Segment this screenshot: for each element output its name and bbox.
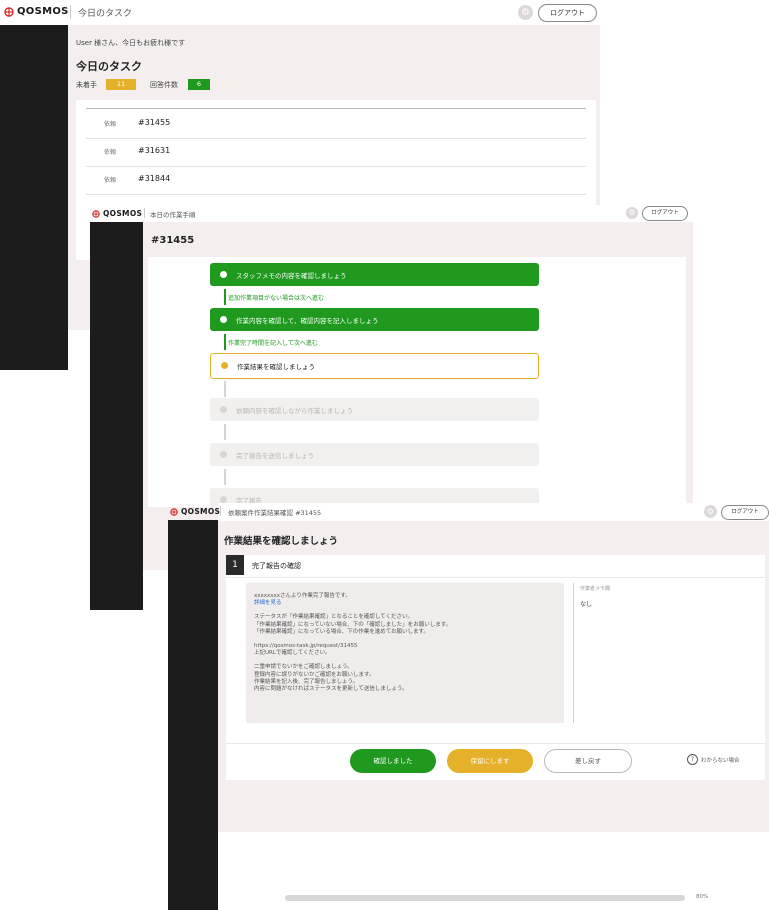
help-link[interactable]: ? わからない場合 bbox=[687, 754, 740, 765]
logo-mark-icon bbox=[92, 209, 100, 218]
step-status-icon bbox=[220, 406, 227, 413]
gear-icon[interactable]: ⚙ bbox=[626, 207, 638, 219]
request-id-title: #31455 bbox=[151, 235, 195, 246]
message-line: 作業結果を記入後、完了報告しましょう。 bbox=[254, 678, 359, 685]
memo-value: なし bbox=[580, 601, 593, 608]
task-row-id[interactable]: #31455 bbox=[138, 118, 170, 127]
step-status-icon bbox=[220, 496, 227, 503]
step-label: 依頼内容を確認しながら作業しましょう bbox=[236, 407, 353, 415]
task-row[interactable]: 依頼 #31455 bbox=[86, 110, 586, 139]
logout-button[interactable]: ログアウト bbox=[721, 505, 769, 520]
logo-mark-icon bbox=[170, 507, 178, 516]
answered-count-badge: 6 bbox=[188, 79, 210, 90]
step-connector bbox=[224, 469, 226, 485]
message-line: 「作業結果確認」になっていない場合、下の「確認しました」をお願いします。 bbox=[254, 621, 452, 628]
help-label: わからない場合 bbox=[701, 757, 740, 764]
step-connector bbox=[224, 424, 226, 440]
message-line: 内容に問題がなければステータスを更新して送信しましょう。 bbox=[254, 686, 408, 693]
help-icon: ? bbox=[687, 754, 698, 765]
message-line: 二重申請でないかをご確認しましょう。 bbox=[254, 664, 353, 671]
message-line: ステータスが「作業結果確認」となることを確認してください。 bbox=[254, 614, 414, 621]
workflow-step-done[interactable]: 作業内容を確認して、確認内容を記入しましょう bbox=[210, 308, 539, 331]
message-line: xxxxxxxxさんより作業完了報告です。 bbox=[254, 593, 351, 599]
workflow-step-todo[interactable]: 依頼内容を確認しながら作業しましょう bbox=[210, 398, 539, 421]
message-line: 「作業結果確認」になっている場合、下の作業を進めてお願いします。 bbox=[254, 628, 430, 635]
step-connector bbox=[224, 334, 226, 350]
message-line: 上記URLで確認してください。 bbox=[254, 650, 331, 657]
horizontal-scrollbar[interactable] bbox=[285, 895, 685, 901]
step-note: 作業完了時間を記入して次へ進む bbox=[228, 340, 318, 347]
step-connector bbox=[224, 289, 226, 305]
app-header bbox=[143, 205, 693, 222]
page-title: 今日のタスク bbox=[76, 60, 142, 73]
task-row[interactable]: 依頼 #31844 bbox=[86, 166, 586, 195]
task-row[interactable]: 依頼 #31631 bbox=[86, 138, 586, 167]
step-label: 完了報告を送信しましょう bbox=[236, 452, 314, 460]
send-back-button[interactable]: 差し戻す bbox=[544, 749, 632, 773]
logo-mark-icon bbox=[4, 6, 14, 17]
message-line bbox=[254, 636, 451, 643]
gear-icon[interactable]: ⚙ bbox=[518, 5, 533, 20]
header-title: 本日の作業手順 bbox=[150, 211, 196, 219]
logo-text: QOSMOS bbox=[17, 6, 69, 17]
step-status-icon bbox=[220, 451, 227, 458]
dark-side-bar-1 bbox=[0, 25, 68, 370]
header-divider bbox=[70, 5, 71, 19]
greeting-text: User 様さん、今日もお疲れ様です bbox=[76, 39, 186, 47]
gear-icon[interactable]: ⚙ bbox=[704, 505, 717, 518]
task-row-label: 依頼 bbox=[104, 121, 117, 128]
step-label: 作業結果を確認しましょう bbox=[237, 363, 315, 371]
detail-link[interactable]: 詳細を見る bbox=[254, 600, 451, 607]
logout-button[interactable]: ログアウト bbox=[642, 206, 688, 221]
dark-side-bar-3 bbox=[168, 520, 218, 910]
header-divider bbox=[144, 208, 145, 218]
confirm-card: 1 完了報告の確認 xxxxxxxxさんより作業完了報告です。 詳細を見るステータ… bbox=[226, 555, 765, 780]
hold-button[interactable]: 保留にします bbox=[447, 749, 533, 773]
pending-count-badge: 11 bbox=[106, 79, 136, 90]
step-label: スタッフメモの内容を確認しましょう bbox=[236, 272, 347, 280]
workflow-step-done[interactable]: スタッフメモの内容を確認しましょう bbox=[210, 263, 539, 286]
step-label: 作業内容を確認して、確認内容を記入しましょう bbox=[236, 317, 379, 325]
section-title: 完了報告の確認 bbox=[252, 562, 301, 570]
stat-label-pending: 未着手 bbox=[76, 81, 97, 89]
header-title: 今日のタスク bbox=[78, 9, 133, 19]
step-status-icon bbox=[220, 271, 227, 278]
workflow-step-current[interactable]: 作業結果を確認しましょう bbox=[210, 353, 539, 379]
zoom-level: 80% bbox=[696, 894, 709, 900]
stat-label-answered: 回答件数 bbox=[150, 81, 178, 89]
header-divider bbox=[220, 506, 221, 516]
task-row-label: 依頼 bbox=[104, 149, 117, 156]
logo-text: QOSMOS bbox=[103, 209, 143, 218]
step-note: 追加作業項目がない場合は次へ進む bbox=[228, 295, 325, 302]
qosmos-logo[interactable]: QOSMOS bbox=[170, 507, 220, 516]
task-row-label: 依頼 bbox=[104, 177, 117, 184]
page-title: 作業結果を確認しましょう bbox=[224, 536, 339, 547]
workflow-step-todo[interactable]: 完了報告を送信しましょう bbox=[210, 443, 539, 466]
task-row-id[interactable]: #31844 bbox=[138, 174, 170, 183]
step-status-icon bbox=[220, 316, 227, 323]
result-confirm-window: 作業結果を確認しましょう 1 完了報告の確認 xxxxxxxxさんより作業完了報… bbox=[218, 503, 769, 910]
confirm-button[interactable]: 確認しました bbox=[350, 749, 436, 773]
step-connector bbox=[224, 381, 226, 397]
qosmos-logo[interactable]: QOSMOS bbox=[4, 6, 69, 17]
step-status-icon bbox=[221, 362, 228, 369]
header-title: 依頼案件作業結果確認 #31455 bbox=[228, 509, 322, 517]
report-message-box: xxxxxxxxさんより作業完了報告です。 詳細を見るステータスが「作業結果確認」… bbox=[246, 583, 564, 723]
logo-text: QOSMOS bbox=[181, 507, 221, 516]
task-row-id[interactable]: #31631 bbox=[138, 146, 170, 155]
dark-side-bar-2 bbox=[90, 222, 143, 610]
qosmos-logo[interactable]: QOSMOS bbox=[92, 209, 142, 218]
section-number-badge: 1 bbox=[226, 555, 244, 575]
report-message-text: xxxxxxxxさんより作業完了報告です。 詳細を見るステータスが「作業結果確認」… bbox=[254, 593, 451, 693]
logout-button[interactable]: ログアウト bbox=[538, 4, 597, 22]
message-line: 登録内容に誤りがないかご確認をお願いします。 bbox=[254, 671, 375, 678]
memo-label: 作業者メモ欄 bbox=[580, 586, 611, 592]
